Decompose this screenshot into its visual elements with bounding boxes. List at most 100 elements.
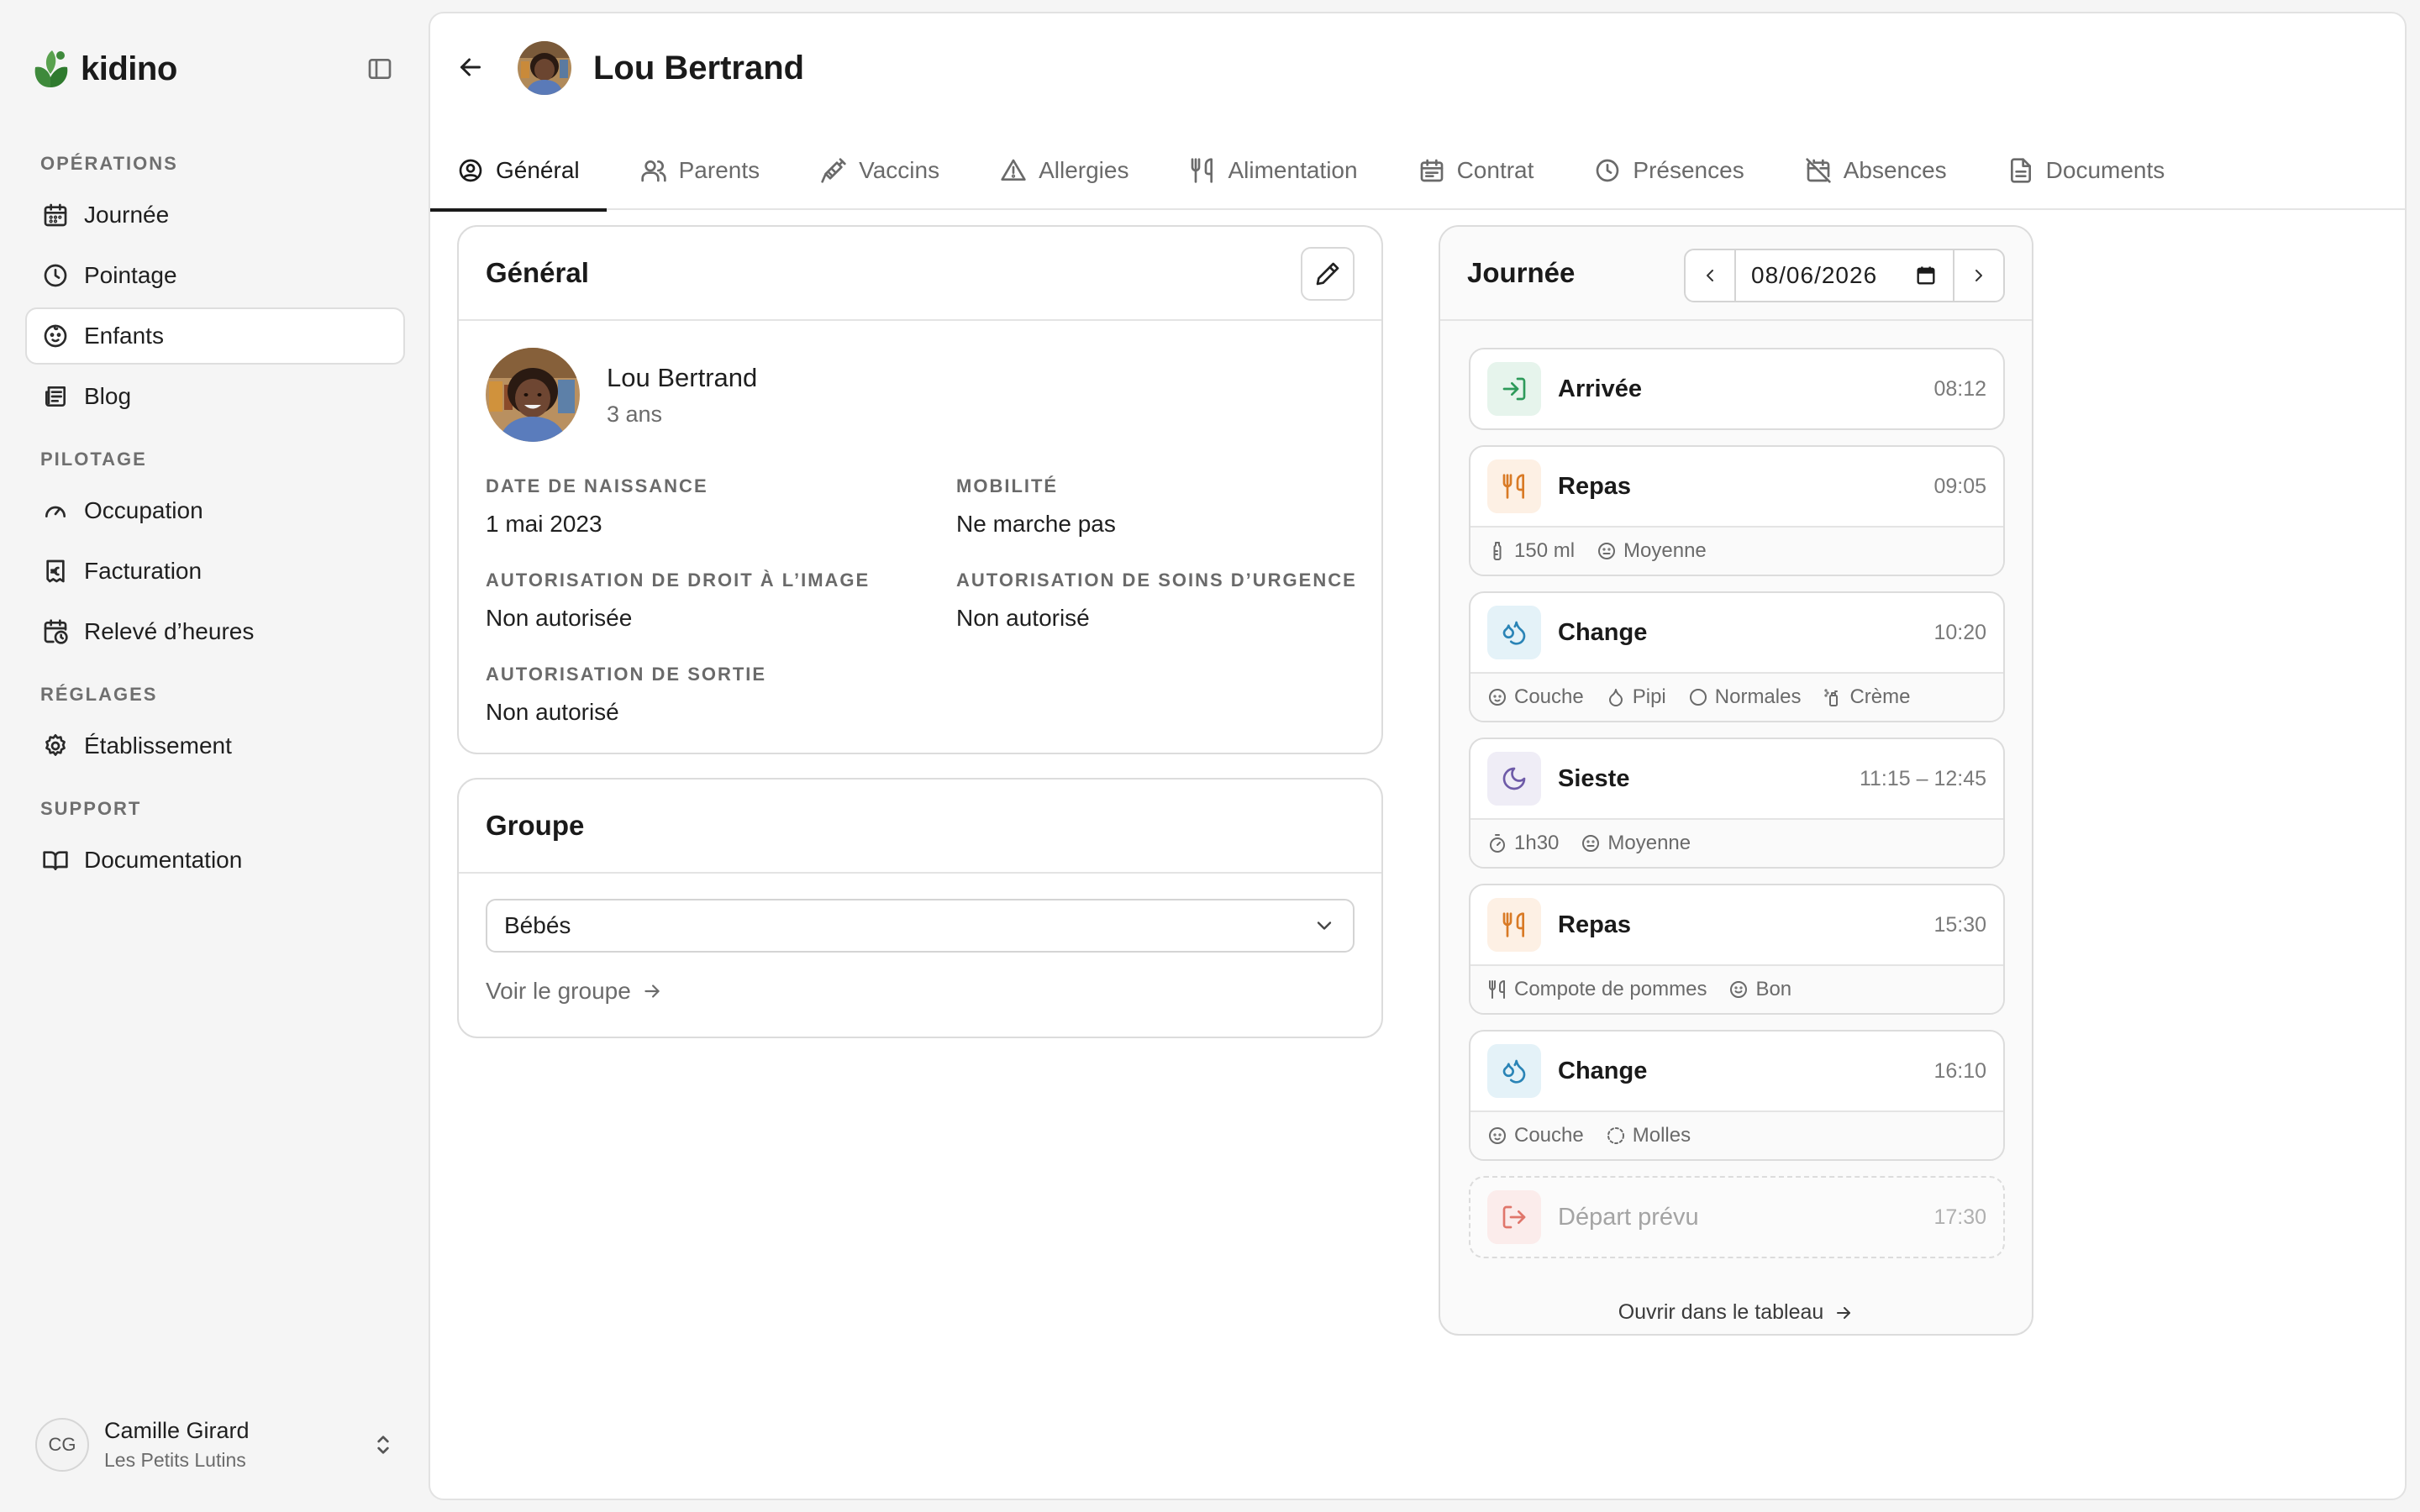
- field-value: Non autorisé: [956, 605, 1090, 631]
- nav-heading: SUPPORT: [40, 798, 142, 819]
- baby-icon: [42, 323, 69, 349]
- sidebar-item-journee[interactable]: Journée: [25, 186, 405, 244]
- tab-alimentation[interactable]: Alimentation: [1189, 131, 1358, 210]
- event-header: Départ prévu 17:30: [1470, 1178, 2003, 1257]
- sidebar-item-etablissement[interactable]: Établissement: [25, 717, 405, 774]
- timeline-event[interactable]: Repas 09:05 150 ml Moyenne: [1469, 445, 2005, 576]
- chevrons-up-down-icon[interactable]: [370, 1431, 397, 1458]
- event-time: 10:20: [1933, 620, 1986, 644]
- event-name: Change: [1558, 618, 1648, 646]
- event-time: 08:12: [1933, 376, 1986, 401]
- timeline-event[interactable]: Change 10:20 Couche Pipi Normales Crème: [1469, 591, 2005, 722]
- field-label: Autorisation de soins d’urgence: [956, 570, 1357, 591]
- card-title: Journée: [1467, 257, 1576, 288]
- sidebar-item-label: Journée: [84, 202, 170, 228]
- utensils-icon: [1487, 459, 1541, 513]
- event-header: Repas 15:30: [1470, 885, 2003, 964]
- nav-section-support: SUPPORT Documentation: [25, 796, 405, 892]
- sidebar-item-facturation[interactable]: Facturation: [25, 543, 405, 600]
- edit-button[interactable]: [1301, 247, 1355, 301]
- sidebar: kidino OPÉRATIONS Journée Pointage Enfan…: [0, 0, 429, 1512]
- user-menu[interactable]: CG Camille Girard Les Petits Lutins: [25, 1411, 405, 1478]
- gauge-icon: [42, 497, 69, 524]
- sidebar-item-blog[interactable]: Blog: [25, 368, 405, 425]
- sidebar-item-label: Relevé d’heures: [84, 618, 255, 644]
- utensils-icon: [1487, 979, 1507, 1000]
- previous-day-button[interactable]: [1686, 250, 1734, 301]
- tab-vaccins[interactable]: Vaccins: [820, 131, 939, 210]
- moon-icon: [1487, 752, 1541, 806]
- sidebar-item-enfants[interactable]: Enfants: [25, 307, 405, 365]
- avatar: CG: [35, 1418, 89, 1472]
- user-meta: Camille Girard Les Petits Lutins: [104, 1418, 250, 1472]
- tag-text: Compote de pommes: [1514, 978, 1707, 1000]
- timeline-event[interactable]: Repas 15:30 Compote de pommes Bon: [1469, 884, 2005, 1015]
- open-in-board-link[interactable]: Ouvrir dans le tableau: [1440, 1300, 2032, 1325]
- calendar-icon[interactable]: [1914, 264, 1938, 287]
- arrival-icon: [1487, 362, 1541, 416]
- newspaper-icon: [42, 383, 69, 410]
- event-header: Change 16:10: [1470, 1032, 2003, 1110]
- nav-section-reglages: RÉGLAGES Établissement: [25, 682, 405, 778]
- sidebar-item-documentation[interactable]: Documentation: [25, 832, 405, 889]
- sidebar-item-releve-heures[interactable]: Relevé d’heures: [25, 603, 405, 660]
- field-value: 1 mai 2023: [486, 511, 602, 537]
- nav-section-pilotage: PILOTAGE Occupation Facturation Relevé d…: [25, 447, 405, 664]
- timeline-event-planned[interactable]: Départ prévu 17:30: [1469, 1176, 2005, 1258]
- event-tags: Couche Molles: [1470, 1110, 2003, 1159]
- field-label: Autorisation de droit à l’image: [486, 570, 871, 591]
- timeline: Arrivée 08:12 Repas 09:05 150 ml Moyenne: [1469, 348, 2005, 1273]
- event-name: Repas: [1558, 472, 1632, 500]
- tag-text: Crème: [1849, 685, 1911, 708]
- date-input[interactable]: 08/06/2026: [1734, 250, 1954, 301]
- book-icon: [42, 847, 69, 874]
- group-select[interactable]: Bébés: [486, 899, 1355, 953]
- chevron-right-icon: [1969, 265, 1989, 286]
- tab-label: Absences: [1843, 157, 1947, 183]
- receipt-euro-icon: [42, 558, 69, 585]
- tab-documents[interactable]: Documents: [2007, 131, 2165, 210]
- tab-contrat[interactable]: Contrat: [1418, 131, 1534, 210]
- timeline-event[interactable]: Arrivée 08:12: [1469, 348, 2005, 430]
- tag-text: Couche: [1514, 685, 1584, 708]
- circle-icon: [1688, 687, 1708, 707]
- tab-parents[interactable]: Parents: [640, 131, 760, 210]
- profile-info: Lou Bertrand 3 ans: [607, 363, 757, 428]
- date-picker: 08/06/2026: [1684, 249, 2005, 302]
- tab-label: Général: [496, 157, 580, 183]
- card-header: Général: [459, 227, 1381, 321]
- back-arrow-icon[interactable]: [455, 52, 486, 82]
- event-tag: Moyenne: [1597, 539, 1707, 563]
- timeline-event[interactable]: Change 16:10 Couche Molles: [1469, 1030, 2005, 1161]
- tab-absences[interactable]: Absences: [1805, 131, 1947, 210]
- tab-general[interactable]: Général: [430, 131, 607, 212]
- child-photo: [486, 348, 580, 442]
- sidebar-item-occupation[interactable]: Occupation: [25, 482, 405, 539]
- leaf-logo-icon: [32, 49, 71, 89]
- event-name: Sieste: [1558, 764, 1630, 792]
- event-tag: Couche: [1487, 685, 1584, 709]
- calendar-clock-icon: [42, 618, 69, 645]
- timeline-event[interactable]: Sieste 11:15 – 12:45 1h30 Moyenne: [1469, 738, 2005, 869]
- brand-logo[interactable]: kidino: [32, 45, 177, 92]
- field-value: Non autorisé: [486, 699, 619, 725]
- sidebar-item-label: Pointage: [84, 262, 177, 288]
- view-group-link[interactable]: Voir le groupe: [486, 978, 663, 1005]
- field-value: Non autorisée: [486, 605, 633, 631]
- field-label: Mobilité: [956, 475, 1059, 496]
- event-header: Change 10:20: [1470, 593, 2003, 672]
- tab-presences[interactable]: Présences: [1594, 131, 1744, 210]
- next-day-button[interactable]: [1954, 250, 2003, 301]
- event-tag: Moyenne: [1581, 832, 1691, 855]
- pencil-icon: [1314, 260, 1341, 287]
- sidebar-item-pointage[interactable]: Pointage: [25, 247, 405, 304]
- event-header: Repas 09:05: [1470, 447, 2003, 526]
- utensils-icon: [1189, 157, 1216, 184]
- sidebar-toggle-icon[interactable]: [363, 52, 397, 86]
- field-label: Autorisation de sortie: [486, 664, 767, 685]
- tab-label: Vaccins: [859, 157, 940, 183]
- child-name: Lou Bertrand: [607, 362, 758, 392]
- field-mobility: Mobilité Ne marche pas: [956, 475, 1116, 538]
- tab-allergies[interactable]: Allergies: [1000, 131, 1128, 210]
- event-name: Départ prévu: [1558, 1203, 1699, 1231]
